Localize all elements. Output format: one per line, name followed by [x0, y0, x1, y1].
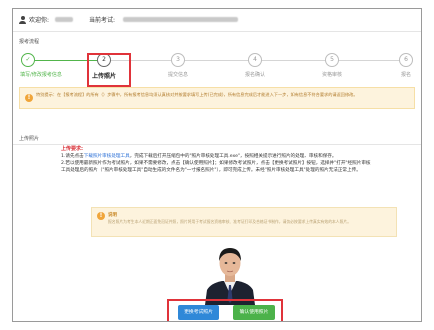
step-6-label: 报名: [400, 72, 412, 78]
requirement-1-prefix: 1.请先点击: [61, 154, 84, 159]
change-photo-button[interactable]: 更换考试照片: [178, 305, 219, 320]
step-6-indicator: 6: [399, 53, 413, 67]
step-4-indicator: 4: [248, 53, 262, 67]
welcome-label: 欢迎你:: [29, 17, 50, 24]
notice-text: 特别提示：在【报考流程】的所有（）步骤中，所有报考信息均须认真核对并按要求填写上…: [36, 92, 358, 97]
user-icon: [19, 16, 26, 24]
candidate-photo: [203, 240, 257, 305]
step-3-indicator: 3: [171, 53, 185, 67]
step-5-indicator: 5: [325, 53, 339, 67]
user-name-redacted: [55, 16, 73, 23]
requirement-line-2: 2.若以使用最新照片作为考试照片，如果不需要修改，点击【确认使用照片】；如果修改…: [61, 161, 371, 173]
upload-section-header: 上传照片: [13, 132, 421, 145]
exam-name-redacted: [123, 16, 238, 23]
notice-banner: ! 特别提示：在【报考流程】的所有（）步骤中，所有报考信息均须认真核对并按要求填…: [19, 87, 415, 109]
step-1-indicator: ✓: [21, 53, 35, 67]
current-exam-label: 当前考试:: [89, 17, 116, 24]
step-5-label: 资格审核: [321, 72, 343, 78]
download-tool-link[interactable]: 下载照片审核处理工具: [84, 154, 130, 159]
user-info-bar: 欢迎你: 当前考试:: [13, 9, 421, 32]
step-3-label: 提交信息: [167, 72, 189, 78]
current-step-highlight: [87, 53, 131, 87]
tip-box: ! 说明 报名照片为考生本人近期正面免冠证件照，照片将用于考试报名资格审核、准考…: [91, 207, 397, 237]
requirement-line-1: 1.请先点击下载照片审核处理工具，完成下载后打开压缩包中的"照片审核处理工具.e…: [61, 153, 371, 160]
steps-section-title: 报考流程: [19, 39, 40, 45]
progress-steps: ✓ 填写/修改报考信息 2 上传照片 3 提交信息 4 报名确认 5 资格审核 …: [13, 45, 421, 93]
warning-icon: !: [25, 94, 33, 102]
requirements-header: 上传要求:: [61, 146, 83, 152]
confirm-photo-button[interactable]: 确认使用照片: [233, 305, 275, 320]
step-4-label: 报名确认: [244, 72, 266, 78]
upload-section-title: 上传照片: [19, 136, 40, 142]
registration-page: 欢迎你: 当前考试: 报考流程 ✓ 填写/修改报考信息 2 上传照片 3 提交信…: [12, 8, 422, 322]
step-1-label[interactable]: 填写/修改报考信息: [20, 71, 62, 78]
tip-title: 说明: [108, 213, 117, 218]
requirement-1-suffix: ，完成下载后打开压缩包中的"照片审核处理工具.exe"，按照相关提示进行照片的处…: [129, 154, 337, 159]
info-icon: !: [97, 212, 105, 220]
tip-text: 报名照片为考生本人近期正面免冠证件照，照片将用于考试报名资格审核、准考证打印及合…: [108, 219, 351, 224]
upload-requirements: 上传要求: 1.请先点击下载照片审核处理工具，完成下载后打开压缩包中的"照片审核…: [61, 146, 371, 174]
